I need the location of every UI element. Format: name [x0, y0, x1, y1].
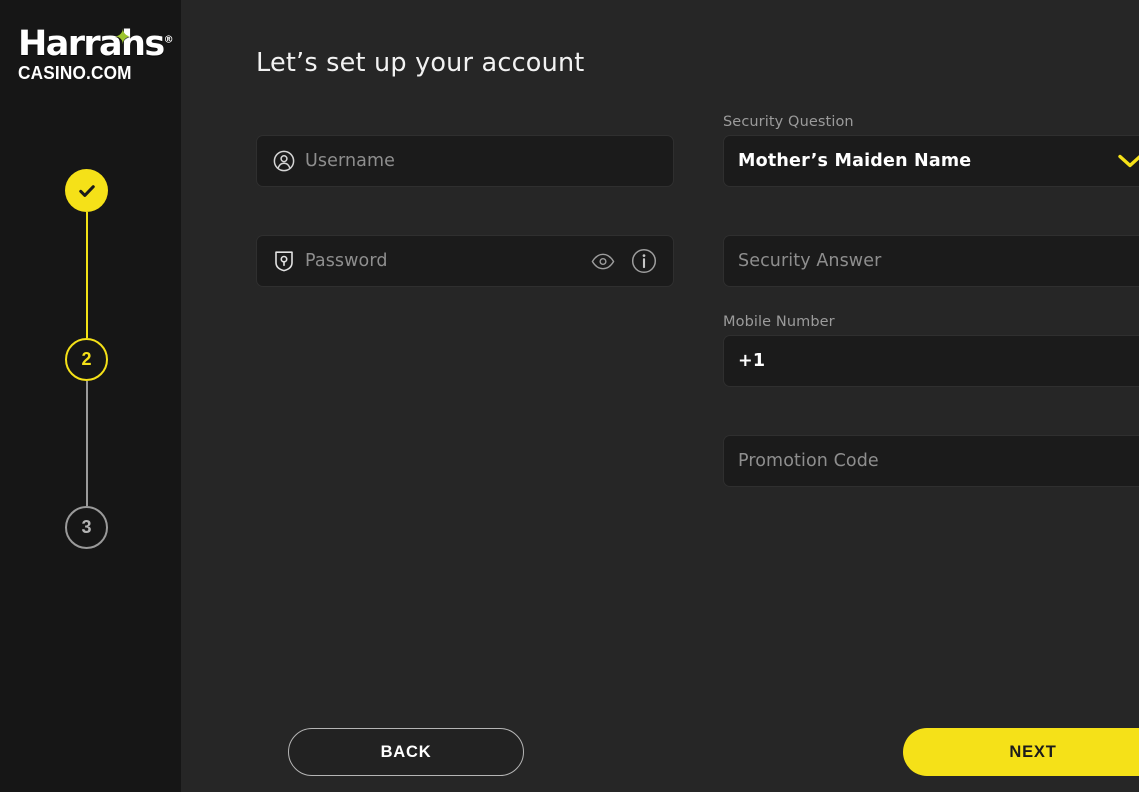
- password-field[interactable]: Password: [256, 235, 674, 287]
- signup-stepper: 2 3: [0, 0, 181, 792]
- next-button[interactable]: NEXT: [903, 728, 1139, 776]
- mobile-number-field[interactable]: +1: [723, 335, 1139, 387]
- shield-key-icon: [271, 248, 297, 274]
- stepper-step-2-label: 2: [81, 349, 92, 369]
- check-icon: [78, 184, 95, 197]
- password-field-actions: [591, 248, 657, 274]
- eye-icon[interactable]: [591, 253, 615, 270]
- promotion-code-field[interactable]: Promotion Code: [723, 435, 1139, 487]
- sidebar: Harrah ✦ s® CASINO.COM 2 3: [0, 0, 181, 792]
- stepper-step-1[interactable]: [65, 169, 108, 212]
- info-icon[interactable]: [631, 248, 657, 274]
- page-title: Let’s set up your account: [256, 48, 585, 78]
- password-placeholder: Password: [305, 251, 388, 271]
- stepper-connector-2-3: [86, 381, 88, 506]
- security-question-select[interactable]: Mother’s Maiden Name: [723, 135, 1139, 187]
- stepper-step-3-label: 3: [81, 517, 92, 537]
- mobile-number-label: Mobile Number: [723, 314, 835, 330]
- stepper-connector-1-2: [86, 212, 88, 338]
- security-answer-placeholder: Security Answer: [738, 251, 882, 271]
- chevron-down-icon[interactable]: [1117, 153, 1139, 169]
- stepper-step-2[interactable]: 2: [65, 338, 108, 381]
- main-content: Let’s set up your account Username Passw…: [181, 0, 1139, 792]
- stepper-step-3[interactable]: 3: [65, 506, 108, 549]
- security-question-value: Mother’s Maiden Name: [738, 151, 972, 171]
- mobile-number-value: +1: [738, 351, 766, 371]
- security-question-label: Security Question: [723, 114, 854, 130]
- username-field[interactable]: Username: [256, 135, 674, 187]
- signup-screen: Harrah ✦ s® CASINO.COM 2 3 Let’s set up …: [0, 0, 1139, 792]
- back-button[interactable]: BACK: [288, 728, 524, 776]
- promotion-code-placeholder: Promotion Code: [738, 451, 879, 471]
- security-answer-field[interactable]: Security Answer: [723, 235, 1139, 287]
- username-placeholder: Username: [305, 151, 396, 171]
- user-circle-icon: [271, 148, 297, 174]
